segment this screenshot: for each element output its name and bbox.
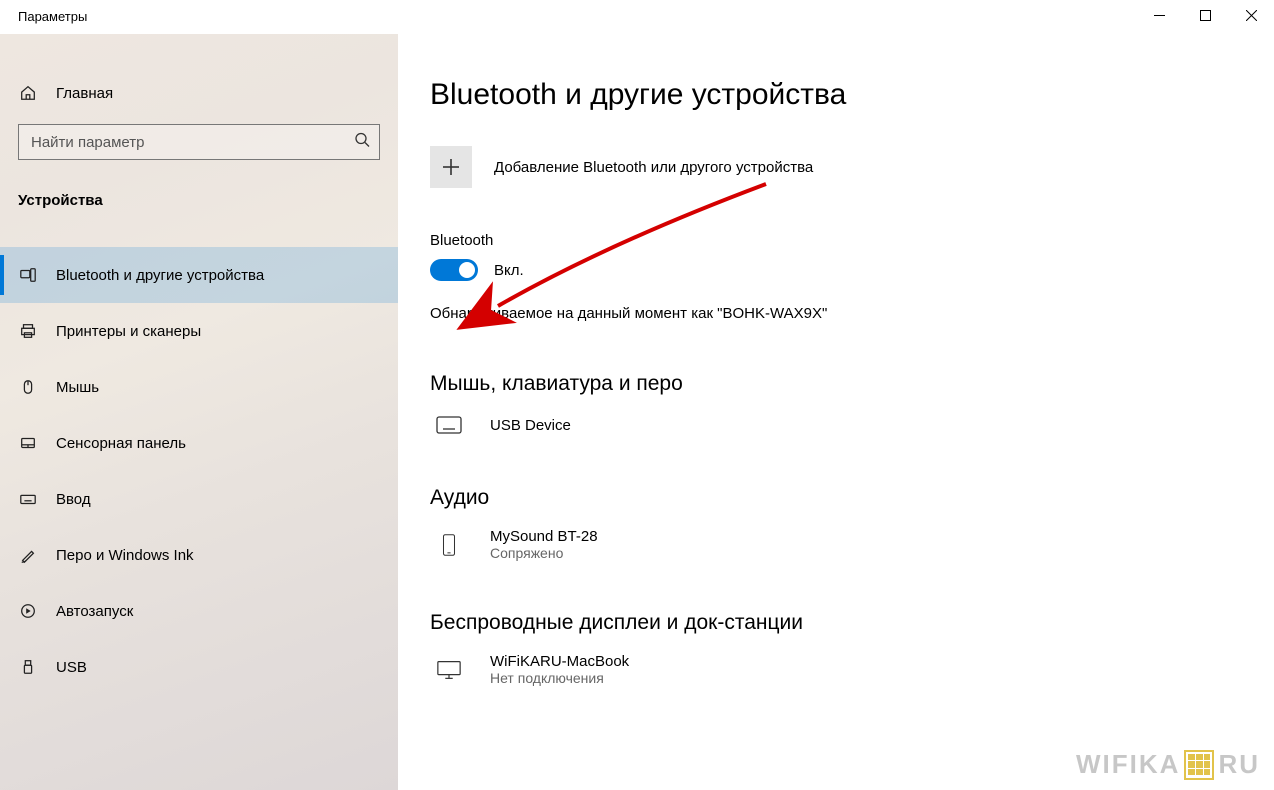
mouse-icon [18,378,38,396]
page-title: Bluetooth и другие устройства [430,78,1274,112]
keyboard-icon [430,414,468,436]
sidebar-item-label: Bluetooth и другие устройства [56,267,264,284]
sidebar-item-label: Автозапуск [56,603,133,620]
autoplay-icon [18,602,38,620]
keyboard-icon [18,490,38,508]
qr-icon [1184,750,1214,780]
section-display-heading: Беспроводные дисплеи и док-станции [430,611,1274,635]
sidebar-item-label: Ввод [56,491,91,508]
sidebar-home-label: Главная [56,85,113,102]
close-button[interactable] [1228,0,1274,30]
sidebar-home[interactable]: Главная [0,78,398,120]
device-name: USB Device [490,417,571,434]
section-mouse-heading: Мышь, клавиатура и перо [430,372,1274,396]
device-name: WiFiKARU-MacBook [490,653,629,670]
sidebar: Главная Устройства Bluetooth и другие ус… [0,34,398,790]
device-status: Нет подключения [490,670,629,686]
maximize-button[interactable] [1182,0,1228,30]
watermark: WIFIKA RU [1076,749,1260,780]
sidebar-item-autoplay[interactable]: Автозапуск [0,583,398,639]
sidebar-item-mouse[interactable]: Мышь [0,359,398,415]
sidebar-item-label: Мышь [56,379,99,396]
add-device-label: Добавление Bluetooth или другого устройс… [494,159,813,176]
sidebar-nav: Bluetooth и другие устройства Принтеры и… [0,247,398,695]
device-status: Сопряжено [490,545,598,561]
printer-icon [18,322,38,340]
sidebar-item-label: Сенсорная панель [56,435,186,452]
home-icon [18,84,38,102]
sidebar-item-usb[interactable]: USB [0,639,398,695]
window-controls [1136,0,1274,30]
bluetooth-toggle-state: Вкл. [494,262,524,279]
sidebar-item-bluetooth[interactable]: Bluetooth и другие устройства [0,247,398,303]
devices-icon [18,266,38,284]
sidebar-item-pen[interactable]: Перо и Windows Ink [0,527,398,583]
sidebar-item-label: Перо и Windows Ink [56,547,194,564]
sidebar-item-printers[interactable]: Принтеры и сканеры [0,303,398,359]
usb-icon [18,658,38,676]
plus-icon [430,146,472,188]
bluetooth-toggle[interactable] [430,259,478,281]
search-input[interactable] [18,124,380,160]
device-usb[interactable]: USB Device [430,414,1274,436]
discoverable-text: Обнаруживаемое на данный момент как "BOH… [430,305,1274,322]
device-audio[interactable]: MySound BT-28 Сопряжено [430,528,1274,561]
touchpad-icon [18,434,38,452]
main-content: Bluetooth и другие устройства Добавление… [398,34,1274,790]
section-audio-heading: Аудио [430,486,1274,510]
device-name: MySound BT-28 [490,528,598,545]
sidebar-item-touchpad[interactable]: Сенсорная панель [0,415,398,471]
search-wrap [18,124,380,160]
device-display[interactable]: WiFiKARU-MacBook Нет подключения [430,653,1274,686]
pen-icon [18,546,38,564]
titlebar: Параметры [0,0,1274,34]
monitor-icon [430,659,468,681]
bluetooth-heading: Bluetooth [430,232,1274,249]
search-icon [354,132,370,153]
sidebar-item-label: USB [56,659,87,676]
sidebar-item-typing[interactable]: Ввод [0,471,398,527]
add-device-button[interactable]: Добавление Bluetooth или другого устройс… [430,146,1274,188]
sidebar-item-label: Принтеры и сканеры [56,323,201,340]
minimize-button[interactable] [1136,0,1182,30]
sidebar-section-title: Устройства [0,184,398,223]
phone-icon [430,534,468,556]
window-title: Параметры [0,0,87,24]
